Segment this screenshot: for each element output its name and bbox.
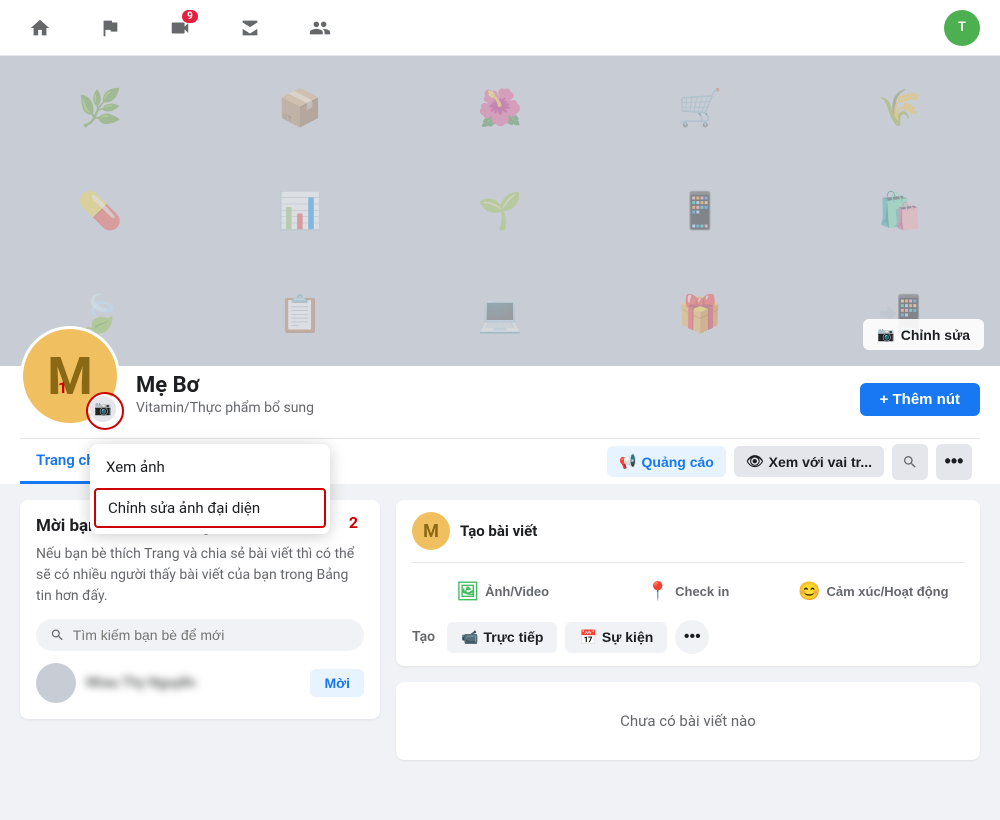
view-as-button[interactable]: 👁 Xem với vai tr... — [734, 446, 884, 477]
invite-friends-desc: Nếu bạn bè thích Trang và chia sẻ bài vi… — [36, 544, 364, 607]
profile-name: Mẹ Bơ — [136, 373, 844, 398]
event-label: Sự kiện — [602, 629, 653, 645]
search-nav-button[interactable] — [892, 444, 928, 480]
no-posts-label: Chưa có bài viết nào — [620, 712, 756, 730]
post-bottom-row: Tạo 📹 Trực tiếp 📅 Sự kiện ••• — [412, 620, 964, 654]
event-button[interactable]: 📅 Sự kiện — [565, 622, 667, 653]
profile-actions: + Thêm nút — [860, 383, 980, 426]
add-button-btn[interactable]: + Thêm nút — [860, 383, 980, 416]
home-nav-icon[interactable] — [20, 8, 60, 48]
profile-info: Mẹ Bơ Vitamin/Thực phẩm bổ sung — [136, 373, 844, 426]
create-post-title: Tạo bài viết — [460, 522, 537, 540]
ads-label: Quảng cáo — [642, 454, 714, 470]
live-icon: 📹 — [461, 629, 478, 646]
photo-video-label: Ảnh/Video — [485, 584, 549, 599]
search-friends-icon — [50, 627, 65, 643]
cover-pattern: 🌿 📦 🌺 🛒 🌾 💊 📊 🌱 📱 🛍️ 🍃 📋 💻 🎁 📲 — [0, 56, 1000, 366]
step-label-1: 1 — [58, 378, 67, 397]
add-button-label: + Thêm nút — [880, 391, 960, 408]
live-button[interactable]: 📹 Trực tiếp — [447, 622, 557, 653]
search-icon — [902, 454, 918, 470]
cover-edit-button[interactable]: 📷 Chỉnh sửa — [863, 319, 984, 350]
dots-icon: ••• — [684, 628, 701, 646]
create-label: Tạo — [412, 629, 435, 645]
checkin-label: Check in — [675, 584, 729, 599]
step-label-2: 2 — [349, 513, 358, 532]
post-actions-row: 🖼 Ảnh/Video 📍 Check in 😊 Cảm xúc/Hoạt độ… — [412, 562, 964, 610]
create-post-top: M Tạo bài viết — [412, 512, 964, 550]
context-menu: Xem ảnh Chỉnh sửa ảnh đại diện — [90, 444, 330, 534]
context-menu-view-photo[interactable]: Xem ảnh — [90, 448, 330, 486]
flag-nav-icon[interactable] — [90, 8, 130, 48]
nav-left-icons: 9 — [20, 8, 340, 48]
profile-section: M 📷 1 Mẹ Bơ Vitamin/Thực phẩm bổ sung + … — [0, 366, 1000, 484]
people-nav-icon[interactable] — [300, 8, 340, 48]
profile-nav-actions: 📢 Quảng cáo 👁 Xem với vai tr... ••• — [607, 444, 980, 480]
more-nav-button[interactable]: ••• — [936, 444, 972, 480]
friend-avatar — [36, 663, 76, 703]
feeling-button[interactable]: 😊 Cảm xúc/Hoạt động — [783, 573, 964, 610]
checkin-button[interactable]: 📍 Check in — [597, 573, 778, 610]
eye-icon: 👁 — [746, 453, 764, 470]
create-post-card: M Tạo bài viết 🖼 Ảnh/Video 📍 Check in 😊 … — [396, 500, 980, 666]
profile-top: M 📷 1 Mẹ Bơ Vitamin/Thực phẩm bổ sung + … — [20, 366, 980, 438]
view-as-label: Xem với vai tr... — [769, 454, 872, 470]
live-label: Trực tiếp — [484, 629, 544, 645]
event-icon: 📅 — [579, 629, 596, 646]
invite-friend-button[interactable]: Mời — [310, 669, 364, 697]
friend-suggestion-item: Nhau Thy Nguyễn Mời — [36, 663, 364, 703]
camera-icon: 📷 — [877, 326, 894, 343]
feeling-label: Cảm xúc/Hoạt động — [826, 584, 948, 599]
feeling-icon: 😊 — [798, 581, 820, 602]
checkin-icon: 📍 — [647, 581, 669, 602]
megaphone-icon: 📢 — [619, 453, 636, 470]
ads-button[interactable]: 📢 Quảng cáo — [607, 446, 726, 477]
user-avatar[interactable]: T — [944, 10, 980, 46]
profile-category: Vitamin/Thực phẩm bổ sung — [136, 400, 844, 416]
photo-icon: 🖼 — [456, 581, 479, 602]
post-avatar: M — [412, 512, 450, 550]
left-column: Mời bạn bè thích Trang Nếu bạn bè thích … — [20, 500, 380, 760]
context-menu-container: Xem ảnh Chỉnh sửa ảnh đại diện 2 — [90, 444, 330, 534]
video-nav-icon[interactable]: 9 — [160, 8, 200, 48]
no-posts-card: Chưa có bài viết nào — [396, 682, 980, 760]
top-navigation: 9 T — [0, 0, 1000, 56]
context-menu-edit-avatar[interactable]: Chỉnh sửa ảnh đại diện — [94, 488, 326, 528]
video-badge: 9 — [182, 10, 198, 23]
cover-photo: 🌿 📦 🌺 🛒 🌾 💊 📊 🌱 📱 🛍️ 🍃 📋 💻 🎁 📲 📷 Chỉnh s… — [0, 56, 1000, 366]
avatar-camera-button[interactable]: 📷 — [88, 394, 118, 424]
friend-name: Nhau Thy Nguyễn — [86, 675, 300, 691]
more-post-options-button[interactable]: ••• — [675, 620, 709, 654]
cover-edit-label: Chỉnh sửa — [901, 327, 970, 343]
search-friends-input[interactable] — [73, 627, 350, 643]
store-nav-icon[interactable] — [230, 8, 270, 48]
avatar-wrapper: M 📷 1 — [20, 326, 120, 426]
camera-small-icon: 📷 — [94, 401, 111, 417]
more-dots-icon: ••• — [945, 451, 964, 472]
photo-video-button[interactable]: 🖼 Ảnh/Video — [412, 573, 593, 610]
right-column: M Tạo bài viết 🖼 Ảnh/Video 📍 Check in 😊 … — [396, 500, 980, 760]
search-friends-wrap[interactable] — [36, 619, 364, 651]
